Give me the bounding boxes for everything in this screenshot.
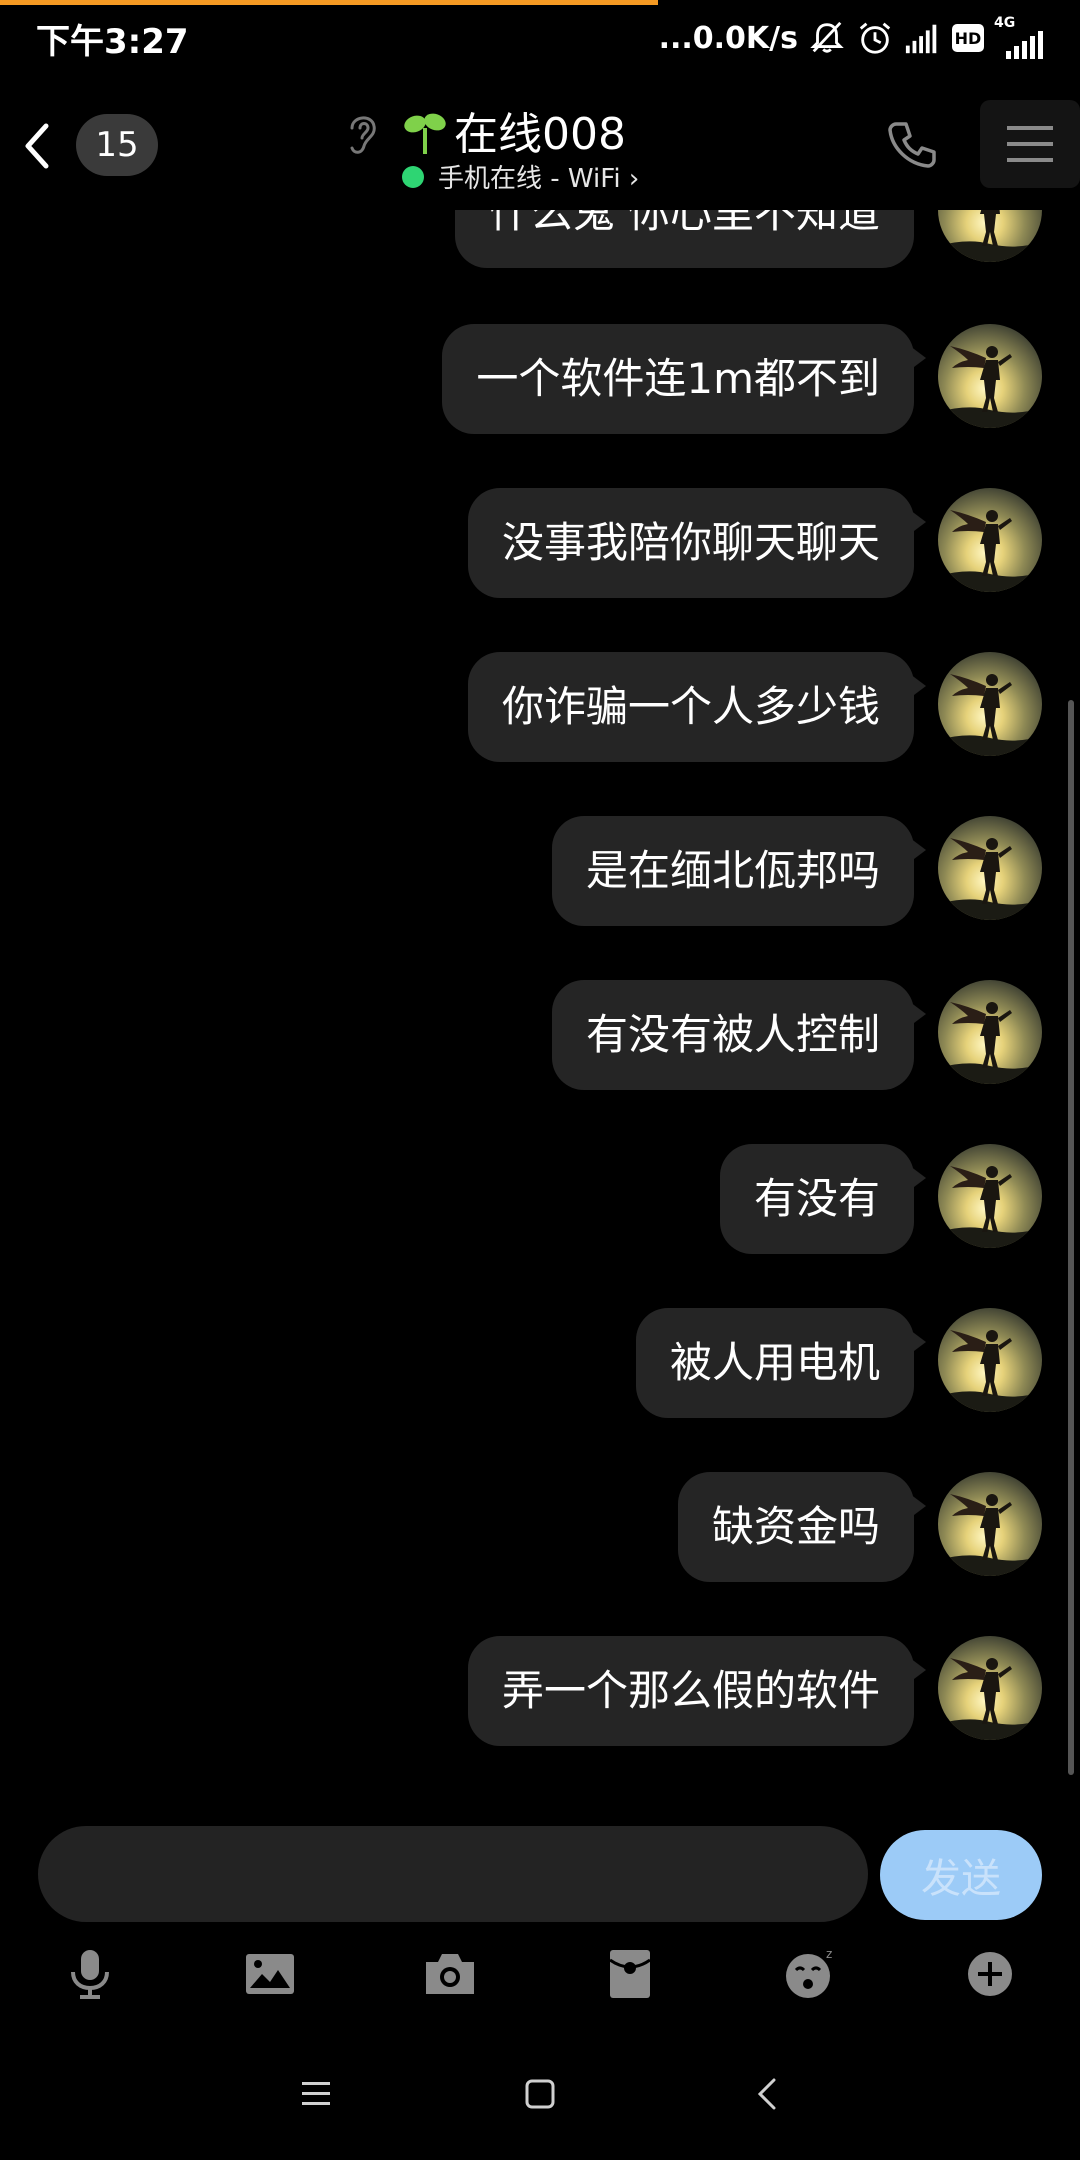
hd-icon: HD — [952, 24, 984, 52]
message-list[interactable]: 什么鬼 你心里不知道 一个软件连1m都不到 没事我陪你聊天聊天 你诈骗一个人多少… — [0, 210, 1080, 1800]
chat-header: 15 在线008 手机在线 - WiFi › — [0, 78, 1080, 210]
online-dot — [402, 165, 424, 188]
message-item: 什么鬼 你心里不知道 — [454, 210, 1042, 268]
plus-icon[interactable] — [962, 1946, 1018, 2002]
chat-toolbar: z — [0, 1946, 1080, 2006]
online-status-row[interactable]: 手机在线 - WiFi › — [402, 158, 639, 195]
message-item: 没事我陪你聊天聊天 — [467, 488, 1042, 598]
message-bubble[interactable]: 有没有被人控制 — [551, 980, 927, 1090]
avatar[interactable] — [938, 980, 1042, 1084]
avatar[interactable] — [938, 816, 1042, 920]
online-status-text: 手机在线 - WiFi › — [438, 164, 640, 194]
net-type-label: 4G — [994, 15, 1016, 31]
send-button[interactable]: 发送 — [880, 1830, 1042, 1920]
message-bubble[interactable]: 是在缅北佤邦吗 — [551, 816, 927, 926]
ear-icon[interactable] — [342, 108, 382, 160]
message-item: 一个软件连1m都不到 — [442, 324, 1042, 434]
nav-home-icon[interactable] — [516, 2070, 564, 2118]
back-icon[interactable] — [12, 116, 62, 176]
message-bubble[interactable]: 一个软件连1m都不到 — [442, 324, 926, 434]
image-icon[interactable] — [242, 1946, 298, 2002]
menu-button[interactable] — [980, 100, 1080, 188]
avatar[interactable] — [938, 1308, 1042, 1412]
message-bubble[interactable]: 什么鬼 你心里不知道 — [454, 210, 914, 268]
message-item: 是在缅北佤邦吗 — [551, 816, 1042, 926]
sprout-icon — [404, 113, 446, 154]
status-time: 下午3:27 — [36, 22, 189, 62]
unread-count-badge[interactable]: 15 — [76, 114, 158, 176]
message-item: 你诈骗一个人多少钱 — [467, 652, 1042, 762]
avatar[interactable] — [938, 210, 1042, 262]
status-bar: 下午3:27 ...0.0K/s HD 4G — [0, 0, 1080, 78]
message-item: 有没有被人控制 — [551, 980, 1042, 1090]
status-indicators: ...0.0K/s HD 4G — [659, 14, 1046, 62]
message-bubble[interactable]: 有没有 — [719, 1144, 927, 1254]
signal-icon — [905, 24, 937, 54]
alarm-icon — [859, 22, 891, 54]
signal-4g-icon: 4G — [994, 15, 1046, 59]
camera-icon[interactable] — [422, 1946, 478, 2002]
message-bubble[interactable]: 弄一个那么假的软件 — [467, 1636, 927, 1746]
nav-menu-icon[interactable] — [292, 2070, 340, 2118]
avatar[interactable] — [938, 1144, 1042, 1248]
menu-icon — [1007, 126, 1053, 162]
chat-scrollbar[interactable] — [1068, 700, 1074, 1775]
system-nav-bar — [0, 2060, 1080, 2130]
red-packet-icon[interactable] — [602, 1946, 658, 2002]
avatar[interactable] — [938, 488, 1042, 592]
nav-back-icon[interactable] — [744, 2070, 792, 2118]
signal-bars-icon — [1006, 31, 1043, 59]
message-item: 缺资金吗 — [677, 1472, 1042, 1582]
mic-icon[interactable] — [62, 1946, 118, 2002]
message-item: 弄一个那么假的软件 — [467, 1636, 1042, 1746]
message-input[interactable] — [38, 1826, 868, 1922]
avatar[interactable] — [938, 652, 1042, 756]
mute-bell-icon — [810, 21, 844, 53]
message-item: 有没有 — [719, 1144, 1042, 1254]
svg-text:z: z — [826, 1947, 832, 1961]
message-item: 被人用电机 — [635, 1308, 1042, 1418]
phone-icon[interactable] — [884, 116, 940, 172]
message-bubble[interactable]: 缺资金吗 — [677, 1472, 927, 1582]
emoji-icon[interactable]: z — [782, 1946, 838, 2002]
avatar[interactable] — [938, 324, 1042, 428]
message-bubble[interactable]: 没事我陪你聊天聊天 — [467, 488, 927, 598]
message-bubble[interactable]: 被人用电机 — [635, 1308, 927, 1418]
message-bubble[interactable]: 你诈骗一个人多少钱 — [467, 652, 927, 762]
contact-name[interactable]: 在线008 — [454, 98, 626, 162]
avatar[interactable] — [938, 1636, 1042, 1740]
avatar[interactable] — [938, 1472, 1042, 1576]
network-speed: ...0.0K/s — [658, 20, 798, 56]
